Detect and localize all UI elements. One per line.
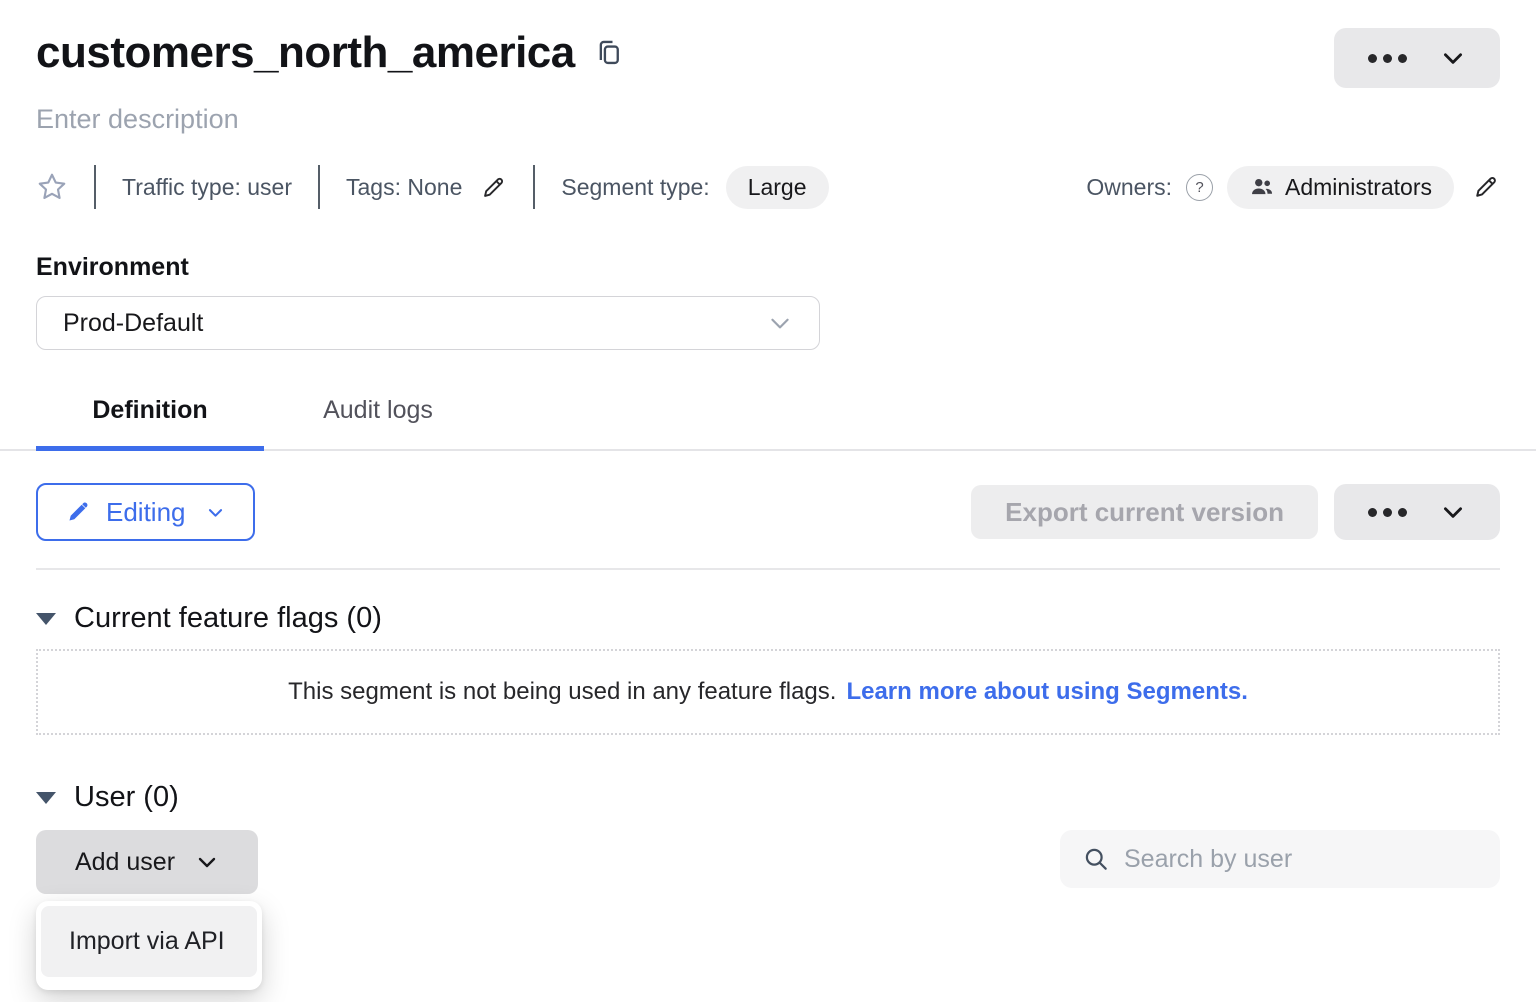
owners-group: Owners: ? Administrators xyxy=(1086,166,1500,209)
caret-down-icon xyxy=(36,792,56,804)
user-search-box[interactable] xyxy=(1060,830,1500,888)
chevron-down-icon xyxy=(1440,499,1466,525)
meta-row: Traffic type: user Tags: None Segment ty… xyxy=(36,165,1500,209)
editing-mode-label: Editing xyxy=(106,497,186,528)
owners-label: Owners: xyxy=(1086,174,1172,201)
divider xyxy=(318,165,320,209)
environment-select[interactable]: Prod-Default xyxy=(36,296,820,350)
chevron-down-icon xyxy=(195,850,219,874)
add-user-label: Add user xyxy=(75,848,175,877)
divider xyxy=(533,165,535,209)
empty-state-text: This segment is not being used in any fe… xyxy=(288,678,836,706)
traffic-type-label: Traffic type: user xyxy=(122,174,292,201)
divider xyxy=(94,165,96,209)
tab-bar: Definition Audit logs xyxy=(0,386,1536,451)
tab-definition[interactable]: Definition xyxy=(36,386,264,449)
add-user-dropdown-menu: Import via API xyxy=(36,901,262,990)
edit-tags-button[interactable] xyxy=(480,174,507,201)
owners-badge[interactable]: Administrators xyxy=(1227,166,1454,209)
user-section-title: User (0) xyxy=(74,781,179,814)
feature-flags-section-header[interactable]: Current feature flags (0) xyxy=(36,602,1500,635)
tags-label: Tags: None xyxy=(346,174,462,201)
user-controls-row: Add user Import via API xyxy=(36,830,1500,894)
title-wrap: customers_north_america xyxy=(36,28,623,78)
chevron-down-icon xyxy=(206,503,225,522)
user-search-input[interactable] xyxy=(1124,845,1478,874)
export-current-version-button[interactable]: Export current version xyxy=(971,485,1318,539)
pencil-icon xyxy=(1472,173,1500,201)
feature-flags-empty-state: This segment is not being used in any fe… xyxy=(36,649,1500,735)
header-more-menu-button[interactable] xyxy=(1334,28,1500,88)
owners-badge-label: Administrators xyxy=(1285,174,1432,201)
tab-audit-logs[interactable]: Audit logs xyxy=(264,386,492,449)
add-user-button[interactable]: Add user xyxy=(36,830,258,894)
chevron-down-icon xyxy=(767,310,793,336)
chevron-down-icon xyxy=(1440,45,1466,71)
edit-owners-button[interactable] xyxy=(1472,173,1500,201)
segment-detail-page: customers_north_america Enter descriptio… xyxy=(0,0,1536,894)
description-placeholder[interactable]: Enter description xyxy=(36,104,1500,135)
ellipsis-icon xyxy=(1368,54,1407,63)
caret-down-icon xyxy=(36,613,56,625)
search-icon xyxy=(1082,845,1110,873)
ellipsis-icon xyxy=(1368,508,1407,517)
definition-toolbar: Editing Export current version xyxy=(36,483,1500,541)
toolbar-right: Export current version xyxy=(971,484,1500,540)
segment-type-badge: Large xyxy=(726,166,829,209)
copy-name-button[interactable] xyxy=(595,37,623,69)
people-icon xyxy=(1249,174,1275,200)
environment-selected-value: Prod-Default xyxy=(63,309,203,338)
help-icon[interactable]: ? xyxy=(1186,174,1213,201)
user-section-header[interactable]: User (0) xyxy=(36,781,1500,814)
pencil-filled-icon xyxy=(66,500,90,524)
menu-item-import-via-api[interactable]: Import via API xyxy=(41,906,257,977)
section-divider xyxy=(36,568,1500,570)
favorite-star-button[interactable] xyxy=(36,171,68,203)
segment-type-label: Segment type: xyxy=(561,174,709,201)
star-icon xyxy=(36,171,68,203)
editing-mode-button[interactable]: Editing xyxy=(36,483,255,541)
page-header: customers_north_america xyxy=(36,0,1500,88)
copy-icon xyxy=(595,37,623,69)
environment-label: Environment xyxy=(36,253,1500,282)
feature-flags-section-title: Current feature flags (0) xyxy=(74,602,382,635)
toolbar-more-menu-button[interactable] xyxy=(1334,484,1500,540)
learn-more-link[interactable]: Learn more about using Segments. xyxy=(846,678,1247,706)
page-title: customers_north_america xyxy=(36,28,575,78)
pencil-icon xyxy=(480,174,507,201)
